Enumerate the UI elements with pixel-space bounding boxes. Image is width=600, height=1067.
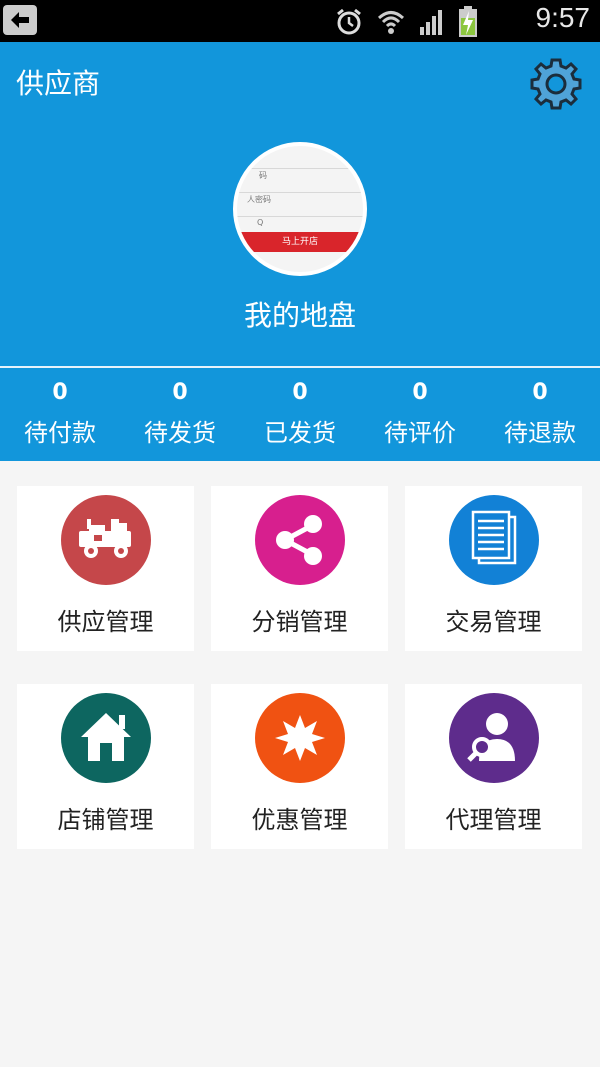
menu-label: 代理管理 [445, 806, 542, 834]
stat-count: 0 [172, 380, 188, 405]
stat-count: 0 [52, 380, 68, 405]
share-icon [255, 495, 345, 585]
battery-charging-icon [459, 6, 477, 37]
promotion-management-button[interactable]: 优惠管理 [211, 684, 388, 849]
supply-management-button[interactable]: 供应管理 [17, 486, 194, 651]
back-button[interactable] [3, 5, 37, 35]
store-name[interactable]: 我的地盘 [0, 294, 600, 334]
stat-label: 待退款 [504, 419, 576, 447]
avatar-image-text: Q [257, 218, 264, 227]
status-bar: 9:57 [0, 0, 600, 42]
store-management-button[interactable]: 店铺管理 [17, 684, 194, 849]
avatar-image-text: 人密码 [247, 195, 271, 204]
starburst-icon [255, 693, 345, 783]
signal-icon [420, 10, 442, 35]
distribution-management-button[interactable]: 分销管理 [211, 486, 388, 651]
stat-label: 待评价 [384, 419, 456, 447]
menu-label: 供应管理 [57, 608, 154, 636]
menu-label: 优惠管理 [251, 806, 348, 834]
stat-pending-shipment[interactable]: 0 待发货 [120, 368, 240, 461]
wifi-icon [377, 11, 405, 34]
avatar[interactable]: 码 人密码 Q 马上开店 [233, 142, 367, 276]
stat-count: 0 [412, 380, 428, 405]
stat-count: 0 [292, 380, 308, 405]
stat-label: 待发货 [144, 419, 216, 447]
stat-label: 待付款 [24, 419, 96, 447]
avatar-image-button: 马上开店 [237, 232, 363, 252]
back-arrow-icon [11, 12, 29, 28]
page-title: 供应商 [16, 67, 101, 100]
alarm-icon [337, 8, 361, 35]
document-icon [449, 495, 539, 585]
agent-icon [449, 693, 539, 783]
menu-label: 分销管理 [251, 608, 348, 636]
order-stats: 0 待付款 0 待发货 0 已发货 0 待评价 0 待退款 [0, 368, 600, 461]
menu-label: 交易管理 [445, 608, 542, 636]
home-icon [61, 693, 151, 783]
header: 供应商 码 人密码 Q 马上开店 我的地盘 [0, 42, 600, 366]
stat-shipped[interactable]: 0 已发货 [240, 368, 360, 461]
stat-pending-refund[interactable]: 0 待退款 [480, 368, 600, 461]
stat-count: 0 [532, 380, 548, 405]
clock: 9:57 [535, 2, 591, 33]
stat-pending-review[interactable]: 0 待评价 [360, 368, 480, 461]
stat-label: 已发货 [264, 419, 336, 447]
stat-pending-payment[interactable]: 0 待付款 [0, 368, 120, 461]
avatar-image-text: 码 [259, 171, 267, 180]
trade-management-button[interactable]: 交易管理 [405, 486, 582, 651]
truck-icon [61, 495, 151, 585]
status-icons [334, 6, 478, 38]
menu-label: 店铺管理 [57, 806, 154, 834]
settings-gear-icon[interactable] [528, 56, 584, 112]
agent-management-button[interactable]: 代理管理 [405, 684, 582, 849]
